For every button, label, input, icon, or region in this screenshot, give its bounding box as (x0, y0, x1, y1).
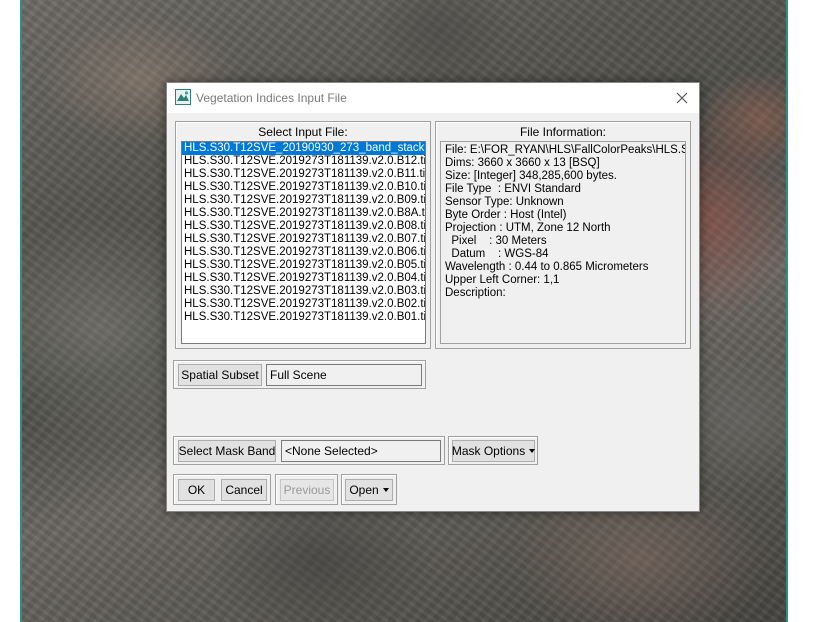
file-information-line: Description: (445, 287, 506, 299)
input-file-item[interactable]: HLS.S30.T12SVE.2019273T181139.v2.0.B8A.t… (182, 207, 425, 220)
file-information-line: Size: [Integer] 348,285,600 bytes. (445, 170, 617, 182)
input-file-item[interactable]: HLS.S30.T12SVE.2019273T181139.v2.0.B04.t… (182, 272, 425, 285)
open-button[interactable]: Open (345, 479, 393, 501)
previous-button[interactable]: Previous (280, 479, 334, 501)
input-file-item[interactable]: HLS.S30.T12SVE.2019273T181139.v2.0.B07.t… (182, 233, 425, 246)
file-information-line: Projection : UTM, Zone 12 North (445, 222, 611, 234)
window-border-left (20, 0, 22, 622)
input-file-group: Select Input File: HLS.S30.T12SVE_201909… (175, 121, 431, 349)
input-file-item[interactable]: HLS.S30.T12SVE.2019273T181139.v2.0.B01.t… (182, 311, 425, 324)
open-group: Open (341, 474, 397, 505)
file-information-text: File: E:\FOR_RYAN\HLS\FallColorPeaks\HLS… (440, 141, 686, 344)
file-information-line: Sensor Type: Unknown (445, 196, 564, 208)
file-information-line: Pixel : 30 Meters (445, 235, 547, 247)
mask-options-group: Mask Options (448, 436, 538, 465)
input-file-item[interactable]: HLS.S30.T12SVE_20190930_273_band_stack (182, 142, 425, 155)
file-information-group: File Information: File: E:\FOR_RYAN\HLS\… (435, 121, 691, 349)
dropdown-arrow-icon (529, 449, 536, 453)
mask-band-group: Select Mask Band <None Selected> (173, 436, 445, 465)
input-file-item[interactable]: HLS.S30.T12SVE.2019273T181139.v2.0.B06.t… (182, 246, 425, 259)
file-information-line: File Type : ENVI Standard (445, 183, 581, 195)
window-border-right (786, 0, 788, 622)
file-information-label: File Information: (519, 125, 607, 139)
input-file-item[interactable]: HLS.S30.T12SVE.2019273T181139.v2.0.B12.t… (182, 155, 425, 168)
close-icon[interactable] (671, 87, 693, 109)
vegetation-indices-dialog: Vegetation Indices Input File Select Inp… (166, 82, 700, 512)
cancel-button[interactable]: Cancel (221, 479, 267, 501)
mask-options-button[interactable]: Mask Options (451, 440, 536, 462)
ok-cancel-group: OK Cancel (173, 474, 271, 505)
spatial-subset-button[interactable]: Spatial Subset (178, 364, 262, 386)
envi-app-icon (175, 89, 191, 105)
input-file-list[interactable]: HLS.S30.T12SVE_20190930_273_band_stack HL… (181, 141, 426, 344)
mask-options-label: Mask Options (451, 444, 526, 458)
input-file-item[interactable]: HLS.S30.T12SVE.2019273T181139.v2.0.B11.t… (182, 168, 425, 181)
input-file-item[interactable]: HLS.S30.T12SVE.2019273T181139.v2.0.B05.t… (182, 259, 425, 272)
open-label: Open (349, 483, 379, 497)
input-file-item[interactable]: HLS.S30.T12SVE.2019273T181139.v2.0.B08.t… (182, 220, 425, 233)
file-information-line: Upper Left Corner: 1,1 (445, 274, 560, 286)
dropdown-arrow-icon (382, 488, 389, 492)
input-file-item[interactable]: HLS.S30.T12SVE.2019273T181139.v2.0.B10.t… (182, 181, 425, 194)
previous-group: Previous (275, 474, 338, 505)
mask-band-field: <None Selected> (281, 440, 441, 462)
select-mask-band-button[interactable]: Select Mask Band (178, 440, 276, 462)
input-file-item[interactable]: HLS.S30.T12SVE.2019273T181139.v2.0.B02.t… (182, 298, 425, 311)
input-file-label: Select Input File: (258, 125, 348, 139)
file-information-line: Dims: 3660 x 3660 x 13 [BSQ] (445, 157, 600, 169)
file-information-line: Wavelength : 0.44 to 0.865 Micrometers (445, 261, 649, 273)
ok-button[interactable]: OK (178, 479, 215, 501)
dialog-title: Vegetation Indices Input File (196, 91, 347, 105)
spatial-subset-group: Spatial Subset Full Scene (173, 360, 426, 389)
title-bar[interactable]: Vegetation Indices Input File (167, 83, 699, 113)
file-information-line: Datum : WGS-84 (445, 248, 549, 260)
spatial-subset-field: Full Scene (266, 364, 422, 386)
input-file-item[interactable]: HLS.S30.T12SVE.2019273T181139.v2.0.B09.t… (182, 194, 425, 207)
file-information-line: File: E:\FOR_RYAN\HLS\FallColorPeaks\HLS… (445, 144, 686, 156)
input-file-item[interactable]: HLS.S30.T12SVE.2019273T181139.v2.0.B03.t… (182, 285, 425, 298)
file-information-line: Byte Order : Host (Intel) (445, 209, 567, 221)
